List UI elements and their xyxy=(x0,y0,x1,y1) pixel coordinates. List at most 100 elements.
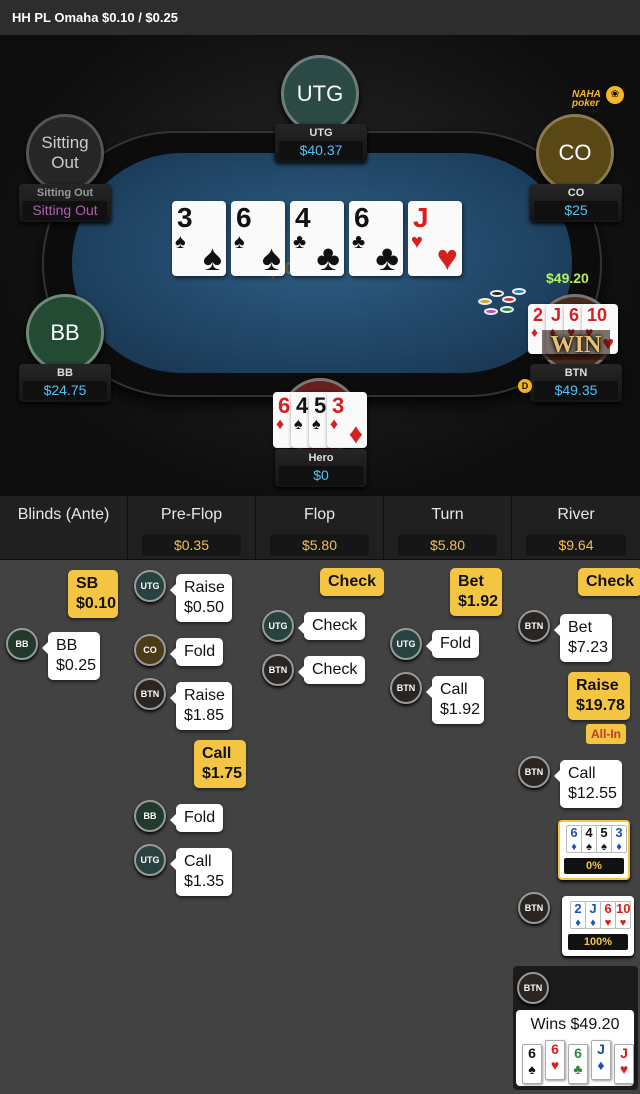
winning-hand-card: J ♥ xyxy=(614,1044,634,1084)
position-icon-utg: UTG xyxy=(134,570,166,602)
winning-hand-card-rank: J xyxy=(597,1041,605,1057)
action-bb-amount: $0.25 xyxy=(56,657,97,674)
action-river-btn-call: Call $12.55 xyxy=(554,760,622,808)
chip-icon xyxy=(484,308,498,315)
action-bb: BB $0.25 xyxy=(42,632,100,680)
player-name-co: CO xyxy=(567,187,585,199)
winning-hand-card-suit: ♥ xyxy=(550,1057,560,1073)
chip-icon xyxy=(478,298,492,305)
position-icon-utg: UTG xyxy=(390,628,422,660)
player-name-bb: BB xyxy=(57,367,73,379)
history-btn_reveal-card-suit: ♦ xyxy=(590,917,596,929)
nameplate-utg: UTG $40.37 xyxy=(275,124,367,162)
btn-showdown: 2 ♦ J ♦ 6 ♥ 10 ♥ 100% xyxy=(562,896,634,956)
history-hero_reveal-card-suit: ♦ xyxy=(571,841,577,853)
action-label: Raise xyxy=(184,687,225,704)
action-turn-utg: Fold xyxy=(425,630,480,658)
history-btn_reveal-card: 10 ♥ xyxy=(615,901,631,929)
position-icon-bb: BB xyxy=(134,800,166,832)
win-amount: $49.20 xyxy=(546,270,589,286)
action-preflop-utg: Raise $0.50 xyxy=(170,574,232,622)
chip-icon xyxy=(512,288,526,295)
position-icon-btn: BTN xyxy=(390,672,422,704)
sitting-label-2: Out xyxy=(51,153,79,172)
action-amount: $0.50 xyxy=(184,599,225,616)
position-icon-co: CO xyxy=(134,634,166,666)
stack-utg: $40.37 xyxy=(279,141,363,160)
action-preflop-btn: Raise $1.85 xyxy=(170,682,232,730)
position-icon-utg: UTG xyxy=(134,844,166,876)
position-icon-btn: BTN xyxy=(518,756,550,788)
title-bar: HH PL Omaha $0.10 / $0.25 xyxy=(0,0,640,36)
site-logo: NAHA poker ❀ xyxy=(568,84,630,109)
winning-hand-card-rank: 6 xyxy=(528,1045,536,1061)
action-river-btn: Bet $7.23 xyxy=(554,614,612,662)
column-header-river: River $9.64 xyxy=(512,496,640,560)
column-title-preflop: Pre-Flop xyxy=(160,506,223,523)
action-label: Check xyxy=(312,661,358,678)
seat-co-label: CO xyxy=(558,140,592,165)
action-preflop-bb: Fold xyxy=(169,804,224,832)
history-hero_reveal-card-rank: 5 xyxy=(600,825,608,840)
action-label: Check xyxy=(328,573,377,590)
board-card: 3 ♠ ♠ xyxy=(172,201,226,276)
history-column-blinds: Blinds (Ante) SB $0.10 BB BB $0.25 xyxy=(0,496,128,1094)
player-name-utg: UTG xyxy=(309,127,333,139)
seat-utg-label: UTG xyxy=(296,81,344,106)
position-icon-btn: BTN xyxy=(262,654,294,686)
hero_cards-card-suit: ♠ xyxy=(294,416,303,433)
action-label: Call xyxy=(440,681,468,698)
action-label: Bet xyxy=(568,619,593,636)
history-btn_reveal-card-rank: 10 xyxy=(616,901,631,916)
hero_cards-card-suit: ♦ xyxy=(330,416,339,433)
action-label: Raise xyxy=(184,579,225,596)
history-hero_reveal-card: 6 ♦ xyxy=(566,825,582,853)
seat-utg[interactable]: UTG xyxy=(281,55,359,133)
action-amount: $1.75 xyxy=(202,765,243,782)
action-amount: $12.55 xyxy=(568,785,617,802)
winning-hand-card: J ♦ xyxy=(591,1040,611,1080)
history-hero_reveal-card-rank: 3 xyxy=(615,825,623,840)
chip-icon xyxy=(502,296,516,303)
history-column-turn: Turn $5.80 Bet $1.92 UTG Fold BTN Call $… xyxy=(384,496,512,1094)
board-card: J ♥ ♥ xyxy=(408,201,462,276)
hand-history: Blinds (Ante) SB $0.10 BB BB $0.25 Pre-F… xyxy=(0,496,640,1094)
position-icon-btn: BTN xyxy=(517,972,549,1004)
history-hero_reveal-card: 5 ♠ xyxy=(596,825,612,853)
history-hero_reveal-card-rank: 6 xyxy=(570,825,578,840)
column-header-blinds: Blinds (Ante) xyxy=(0,496,127,560)
column-body-flop: Check UTG Check BTN Check xyxy=(256,560,385,1094)
history-btn_reveal-card-rank: J xyxy=(589,901,597,916)
action-amount: $1.92 xyxy=(458,593,499,610)
history-hero_reveal-card-suit: ♠ xyxy=(601,841,607,853)
winning-hand-card: 6 ♠ xyxy=(522,1044,542,1084)
stack-hero: $0 xyxy=(279,466,363,485)
position-icon-btn: BTN xyxy=(518,892,550,924)
seat-sitting-out[interactable]: Sitting Out xyxy=(26,114,104,192)
table-title: HH PL Omaha $0.10 / $0.25 xyxy=(12,10,178,25)
action-turn-hero: Bet $1.92 xyxy=(450,568,502,616)
column-body-preflop: UTG Raise $0.50 CO Fold BTN Raise $1.85 … xyxy=(128,560,256,1094)
board-card-rank: 6 xyxy=(354,202,370,233)
nameplate-btn: BTN $49.35 xyxy=(530,364,622,402)
action-label: Raise xyxy=(576,677,619,694)
history-column-preflop: Pre-Flop $0.35 UTG Raise $0.50 CO Fold B… xyxy=(128,496,256,1094)
seat-bb[interactable]: BB xyxy=(26,294,104,372)
btn_cards-card-rank: 2 xyxy=(533,305,544,325)
win-badge: WIN xyxy=(542,330,610,360)
board-card: 6 ♣ ♣ xyxy=(349,201,403,276)
btn_cards-card-rank: J xyxy=(551,305,562,325)
history-btn_reveal-card-suit: ♦ xyxy=(575,917,581,929)
winner-panel: BTN Wins $49.20 6 ♠ 6 ♥ 6 ♣ J ♦ J ♥ xyxy=(513,966,638,1090)
history-btn_reveal-card-rank: 6 xyxy=(604,901,612,916)
nameplate-sitting-out: Sitting Out Sitting Out xyxy=(19,184,111,222)
hero_cards-card-suit: ♠ xyxy=(312,416,321,433)
history-btn_reveal-card: 6 ♥ xyxy=(600,901,616,929)
action-label: Call xyxy=(568,765,596,782)
seat-co[interactable]: CO xyxy=(536,114,614,192)
column-body-blinds: SB $0.10 BB BB $0.25 xyxy=(0,560,128,1094)
action-sb: SB $0.10 xyxy=(68,570,118,618)
winning-hand-card-suit: ♣ xyxy=(573,1061,583,1077)
action-preflop-hero: Call $1.75 xyxy=(194,740,246,788)
winning-hand-card-rank: 6 xyxy=(574,1045,582,1061)
